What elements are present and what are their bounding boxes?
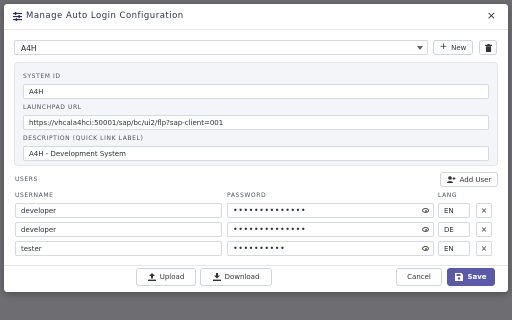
description-field[interactable]: A4H - Development System [23, 146, 489, 161]
show-password-icon[interactable] [422, 227, 429, 232]
system-select[interactable]: A4H [14, 40, 428, 55]
password-column-header: PASSWORD [227, 192, 267, 199]
footer-divider [4, 265, 508, 266]
show-password-icon[interactable] [422, 246, 429, 251]
users-section-label: USERS [15, 176, 38, 183]
save-icon [455, 273, 464, 281]
chevron-down-icon [417, 46, 423, 50]
description-value: A4H - Development System [29, 150, 126, 158]
password-field[interactable]: •••••••••• [227, 241, 434, 256]
show-password-icon[interactable] [422, 208, 429, 213]
download-label: Download [224, 273, 260, 281]
username-field[interactable]: developer [15, 203, 222, 218]
launchpad-url-value: https://vhcala4hci:50001/sap/bc/ui2/flp?… [29, 119, 224, 127]
system-id-field[interactable]: A4H [23, 84, 489, 99]
password-field[interactable]: •••••••••••••• [227, 222, 434, 237]
password-field[interactable]: •••••••••••••• [227, 203, 434, 218]
remove-user-button[interactable]: × [476, 222, 492, 237]
system-select-value: A4H [21, 44, 37, 53]
username-field[interactable]: developer [15, 222, 222, 237]
remove-user-button[interactable]: × [476, 203, 492, 218]
username-value: developer [21, 226, 57, 234]
download-icon [212, 273, 221, 281]
password-value: •••••••••••••• [233, 205, 307, 215]
manage-auto-login-dialog: Manage Auto Login Configuration × A4H + … [4, 4, 508, 292]
lang-field[interactable]: EN [438, 241, 470, 256]
username-value: developer [21, 207, 57, 215]
save-label: Save [467, 273, 487, 281]
remove-user-button[interactable]: × [476, 241, 492, 256]
upload-icon [147, 273, 156, 281]
lang-column-header: LANG [438, 192, 458, 199]
username-value: tester [21, 245, 42, 253]
upload-button[interactable]: Upload [136, 268, 196, 286]
launchpad-url-label: LAUNCHPAD URL [23, 104, 82, 111]
add-user-button[interactable]: Add User [440, 172, 498, 187]
lang-value: EN [444, 245, 454, 253]
download-button[interactable]: Download [200, 268, 272, 286]
trash-icon [484, 43, 492, 52]
new-button-label: New [451, 43, 467, 52]
add-user-label: Add User [459, 175, 492, 184]
lang-field[interactable]: EN [438, 203, 470, 218]
lang-value: EN [444, 207, 454, 215]
system-details-panel: SYSTEM ID A4H LAUNCHPAD URL https://vhca… [14, 62, 498, 166]
close-button[interactable]: × [487, 9, 496, 23]
description-label: DESCRIPTION (QUICK LINK LABEL) [23, 135, 144, 142]
dialog-title: Manage Auto Login Configuration [26, 11, 184, 21]
launchpad-url-field[interactable]: https://vhcala4hci:50001/sap/bc/ui2/flp?… [23, 115, 489, 130]
plus-icon: + [439, 42, 448, 52]
new-button[interactable]: + New [433, 40, 473, 55]
password-value: •••••••••• [233, 243, 286, 253]
lang-value: DE [444, 226, 454, 234]
system-id-value: A4H [29, 88, 44, 96]
save-button[interactable]: Save [447, 268, 495, 286]
username-column-header: USERNAME [15, 192, 54, 199]
list-icon [13, 12, 22, 21]
upload-label: Upload [159, 273, 185, 281]
lang-field[interactable]: DE [438, 222, 470, 237]
cancel-label: Cancel [407, 273, 431, 281]
add-user-icon [446, 176, 456, 183]
dialog-header: Manage Auto Login Configuration × [4, 4, 508, 30]
cancel-button[interactable]: Cancel [396, 268, 442, 286]
password-value: •••••••••••••• [233, 224, 307, 234]
system-id-label: SYSTEM ID [23, 73, 61, 80]
username-field[interactable]: tester [15, 241, 222, 256]
delete-system-button[interactable] [479, 40, 497, 55]
